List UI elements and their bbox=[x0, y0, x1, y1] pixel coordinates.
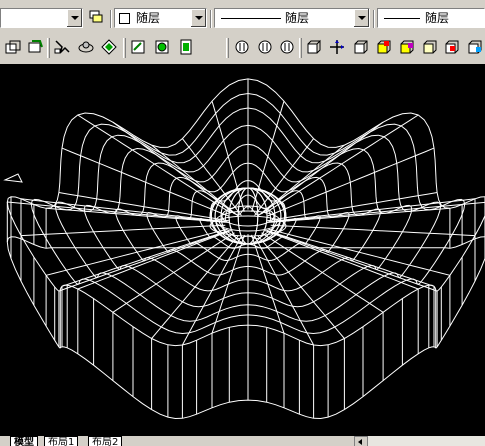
wedge-icon[interactable] bbox=[375, 38, 393, 56]
edit-icon[interactable] bbox=[129, 38, 147, 56]
mesh-rib bbox=[46, 207, 228, 223]
mesh-rib bbox=[77, 230, 232, 290]
chevron-down-icon[interactable] bbox=[353, 9, 369, 27]
make-layer-current-icon[interactable] bbox=[26, 38, 44, 56]
layer-previous-icon[interactable] bbox=[87, 8, 105, 26]
color-combo[interactable]: 随层 bbox=[114, 8, 207, 28]
mesh-rib bbox=[268, 228, 451, 276]
linetype-sample bbox=[221, 18, 281, 19]
tab-model[interactable]: 模型 bbox=[10, 436, 38, 446]
ucs-icon[interactable] bbox=[305, 38, 323, 56]
mesh-rib bbox=[268, 207, 450, 223]
drawing-area[interactable] bbox=[0, 64, 485, 436]
horizontal-scrollbar[interactable] bbox=[368, 436, 485, 446]
mesh-rib bbox=[181, 235, 242, 346]
layer-manager-icon[interactable] bbox=[4, 38, 22, 56]
zoom-realtime-icon[interactable] bbox=[233, 38, 251, 56]
mesh-skirt-edge bbox=[6, 236, 485, 420]
sphere-icon[interactable] bbox=[421, 38, 439, 56]
orbit-icon[interactable] bbox=[77, 38, 95, 56]
linetype-combo-value: 随层 bbox=[285, 11, 310, 25]
mesh-rib bbox=[257, 235, 345, 339]
mesh-rib bbox=[270, 224, 476, 237]
chevron-down-icon[interactable] bbox=[66, 9, 82, 27]
linetype-combo[interactable]: 随层 bbox=[214, 8, 370, 28]
mesh-rib bbox=[58, 230, 230, 292]
mesh-rib bbox=[266, 230, 438, 292]
lineweight-sample bbox=[384, 18, 420, 19]
mesh-rib bbox=[45, 228, 228, 276]
wireframe-canopy bbox=[3, 78, 485, 420]
mesh-ring bbox=[6, 78, 485, 347]
zoom-previous-icon[interactable] bbox=[278, 38, 296, 56]
canopy-mesh bbox=[6, 78, 485, 420]
view-toolbar bbox=[0, 37, 485, 61]
ucs-marker-icon bbox=[3, 173, 23, 183]
mesh-rib bbox=[20, 224, 226, 237]
cone-icon[interactable] bbox=[398, 38, 416, 56]
mesh-rib bbox=[254, 235, 315, 346]
color-swatch bbox=[119, 13, 130, 24]
tab-layout2[interactable]: 布局2 bbox=[88, 436, 123, 446]
cylinder-icon[interactable] bbox=[443, 38, 461, 56]
chevron-down-icon[interactable] bbox=[190, 9, 206, 27]
scroll-left-icon[interactable] bbox=[354, 436, 368, 446]
layout-tab-bar: 模型 布局1 布局2 bbox=[0, 436, 485, 446]
mesh-rib bbox=[251, 234, 285, 334]
mesh-rib bbox=[211, 101, 245, 212]
mesh-rib bbox=[264, 230, 419, 290]
match-properties-icon[interactable] bbox=[53, 38, 71, 56]
mesh-rib bbox=[112, 232, 235, 313]
box-icon[interactable] bbox=[352, 38, 370, 56]
render-icon[interactable] bbox=[153, 38, 171, 56]
lineweight-combo-value: 随层 bbox=[425, 11, 450, 25]
move-3d-icon[interactable] bbox=[328, 38, 346, 56]
lineweight-combo[interactable]: 随层 bbox=[377, 8, 485, 28]
cad-window: 随层 随层 随层 模型 布局1 布局2 bbox=[0, 0, 485, 446]
properties-toolbar: 随层 随层 随层 bbox=[0, 8, 485, 32]
mesh-rib bbox=[211, 234, 245, 334]
layer-combo[interactable] bbox=[0, 8, 83, 28]
mesh-rib bbox=[251, 101, 285, 212]
material-icon[interactable] bbox=[177, 38, 195, 56]
torus-icon[interactable] bbox=[466, 38, 484, 56]
mesh-rib bbox=[266, 229, 435, 287]
color-combo-value: 随层 bbox=[136, 11, 161, 25]
mesh-rib bbox=[261, 232, 384, 313]
zoom-window-icon[interactable] bbox=[256, 38, 274, 56]
tab-layout1[interactable]: 布局1 bbox=[44, 436, 79, 446]
mesh-rib bbox=[151, 235, 239, 339]
shade-icon[interactable] bbox=[100, 38, 118, 56]
mesh-rib bbox=[61, 229, 230, 287]
